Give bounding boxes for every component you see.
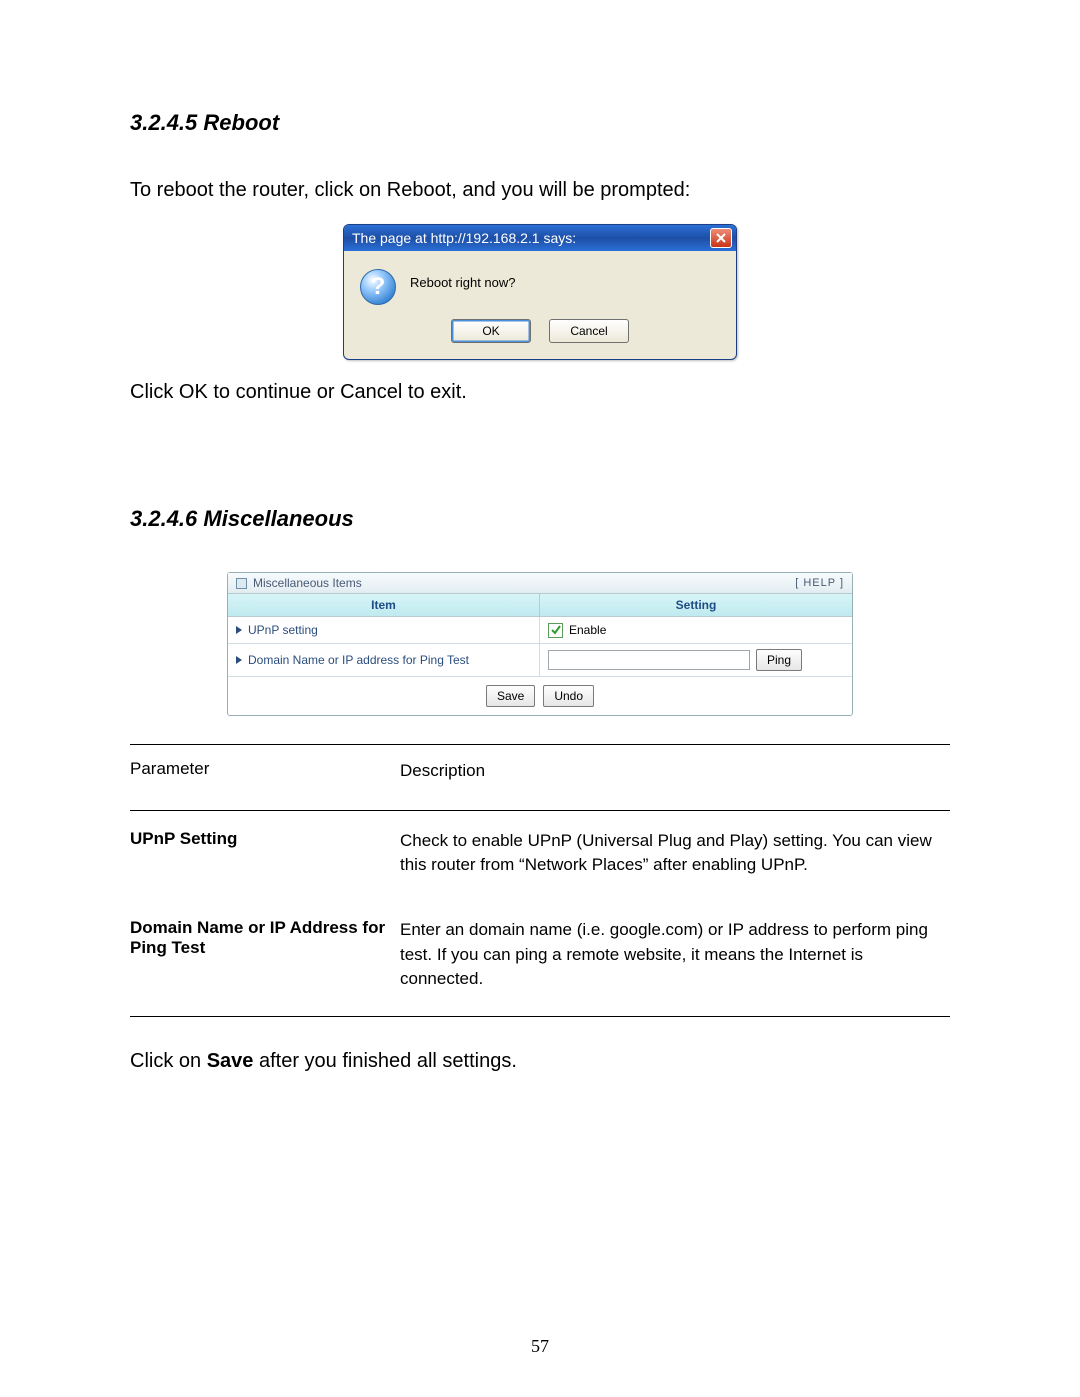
upnp-label: UPnP setting <box>248 623 318 637</box>
heading-miscellaneous: 3.2.4.6 Miscellaneous <box>130 506 950 532</box>
table-row: UPnP Setting Check to enable UPnP (Unive… <box>130 811 950 900</box>
table-header-description: Description <box>400 759 950 784</box>
row-upnp: UPnP setting Enable <box>228 617 852 644</box>
table-row: Domain Name or IP Address for Ping Test … <box>130 900 950 1017</box>
bullet-icon <box>236 656 242 664</box>
panel-icon <box>236 578 247 589</box>
help-link[interactable]: [ HELP ] <box>795 577 844 589</box>
reboot-confirm-dialog: The page at http://192.168.2.1 says: ? R… <box>343 224 737 360</box>
table-header-parameter: Parameter <box>130 759 400 784</box>
dialog-message: Reboot right now? <box>410 269 516 290</box>
save-button[interactable]: Save <box>486 685 535 707</box>
reboot-intro-text: To reboot the router, click on Reboot, a… <box>130 176 950 204</box>
ping-input[interactable] <box>548 650 750 670</box>
param-name: Domain Name or IP Address for Ping Test <box>130 918 400 992</box>
row-ping: Domain Name or IP address for Ping Test … <box>228 644 852 677</box>
dialog-title: The page at http://192.168.2.1 says: <box>352 230 576 246</box>
param-name: UPnP Setting <box>130 829 400 878</box>
param-desc: Check to enable UPnP (Universal Plug and… <box>400 829 950 878</box>
upnp-enable-label: Enable <box>569 623 606 637</box>
undo-button[interactable]: Undo <box>543 685 594 707</box>
ping-label: Domain Name or IP address for Ping Test <box>248 653 469 667</box>
ok-button[interactable]: OK <box>451 319 531 343</box>
miscellaneous-items-panel: Miscellaneous Items [ HELP ] Item Settin… <box>227 572 853 716</box>
heading-reboot: 3.2.4.5 Reboot <box>130 110 950 136</box>
upnp-checkbox[interactable] <box>548 623 563 638</box>
col-header-item: Item <box>228 594 540 616</box>
bullet-icon <box>236 626 242 634</box>
reboot-post-dialog-text: Click OK to continue or Cancel to exit. <box>130 378 950 406</box>
question-icon: ? <box>360 269 396 305</box>
save-note: Click on Save after you finished all set… <box>130 1047 950 1075</box>
parameter-description-table: Parameter Description UPnP Setting Check… <box>130 744 950 1017</box>
col-header-setting: Setting <box>540 594 852 616</box>
close-icon[interactable] <box>710 228 732 248</box>
cancel-button[interactable]: Cancel <box>549 319 629 343</box>
page-number: 57 <box>0 1336 1080 1357</box>
ping-button[interactable]: Ping <box>756 649 802 671</box>
panel-title: Miscellaneous Items <box>253 576 362 590</box>
param-desc: Enter an domain name (i.e. google.com) o… <box>400 918 950 992</box>
